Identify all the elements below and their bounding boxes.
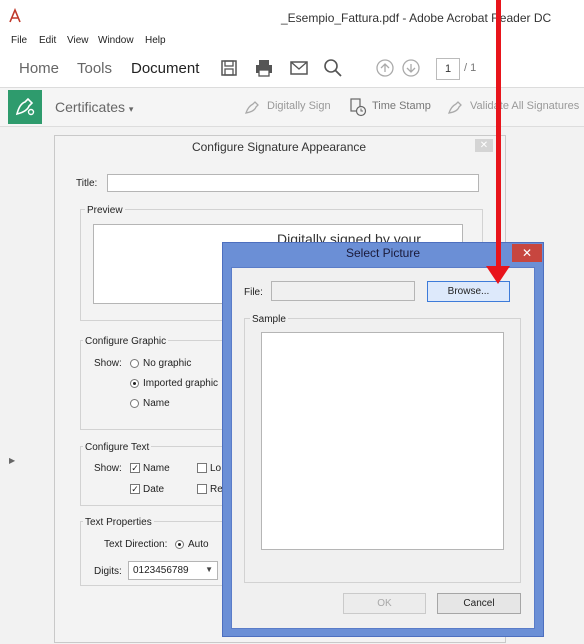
- expand-panel-icon[interactable]: ▶: [9, 456, 15, 465]
- time-stamp-icon: [350, 98, 367, 117]
- radio-no-graphic[interactable]: [130, 359, 139, 368]
- page-up-icon[interactable]: [375, 58, 395, 78]
- tab-tools[interactable]: Tools: [77, 60, 112, 77]
- configure-text-label: Configure Text: [83, 442, 152, 453]
- print-icon[interactable]: [254, 58, 274, 78]
- digits-value: 0123456789: [133, 565, 189, 576]
- digitally-sign-icon: [245, 101, 259, 114]
- certificates-dropdown[interactable]: Certificates ▾: [55, 99, 133, 115]
- menu-file[interactable]: File: [11, 35, 27, 46]
- digits-select[interactable]: 0123456789 ▼: [128, 561, 218, 580]
- text-location-label: Lo: [210, 463, 222, 474]
- acrobat-logo-icon: [9, 8, 21, 23]
- graphic-show-label: Show:: [94, 358, 122, 369]
- annotation-arrow-shaft: [496, 0, 501, 270]
- imported-graphic-label: Imported graphic: [143, 378, 219, 389]
- radio-direction-auto[interactable]: [175, 540, 184, 549]
- tab-home[interactable]: Home: [19, 60, 59, 77]
- cancel-button[interactable]: Cancel: [437, 593, 521, 614]
- preview-label: Preview: [85, 205, 125, 216]
- dialog-title: Configure Signature Appearance: [191, 140, 367, 154]
- file-label: File:: [244, 287, 263, 298]
- text-name-label: Name: [143, 463, 170, 474]
- save-icon[interactable]: [219, 58, 239, 78]
- chevron-down-icon: ▼: [205, 565, 213, 574]
- menu-help[interactable]: Help: [145, 35, 166, 46]
- title-label: Title:: [76, 178, 98, 189]
- sample-label: Sample: [250, 314, 288, 325]
- close-icon[interactable]: ✕: [475, 139, 493, 152]
- page-total: / 1: [464, 62, 477, 74]
- sample-preview-box: [261, 332, 504, 550]
- digits-label: Digits:: [94, 566, 122, 577]
- text-date-label: Date: [143, 484, 165, 495]
- validate-signatures-icon: [448, 101, 462, 114]
- menu-view[interactable]: View: [67, 35, 89, 46]
- name-graphic-label: Name: [143, 398, 170, 409]
- page-number-input[interactable]: 1: [436, 58, 460, 80]
- pen-sign-icon: [15, 97, 35, 116]
- ok-button[interactable]: OK: [343, 593, 426, 614]
- checkbox-date[interactable]: ✓: [130, 484, 140, 494]
- direction-auto-label: Auto: [188, 539, 209, 550]
- close-icon[interactable]: ✕: [512, 244, 542, 262]
- email-icon[interactable]: [289, 58, 309, 78]
- menu-window[interactable]: Window: [98, 35, 134, 46]
- radio-name[interactable]: [130, 399, 139, 408]
- text-direction-label: Text Direction:: [104, 539, 168, 550]
- file-path-input[interactable]: [271, 281, 415, 301]
- time-stamp-button[interactable]: Time Stamp: [372, 100, 431, 112]
- text-reason-label: Re: [210, 484, 223, 495]
- browse-button[interactable]: Browse...: [427, 281, 510, 302]
- no-graphic-label: No graphic: [143, 358, 192, 369]
- text-show-label: Show:: [94, 463, 122, 474]
- title-input[interactable]: [107, 174, 479, 192]
- text-properties-label: Text Properties: [83, 517, 154, 528]
- validate-all-signatures-button[interactable]: Validate All Signatures: [470, 100, 579, 112]
- caret-down-icon: ▾: [128, 104, 134, 114]
- certificates-label: Certificates: [55, 99, 126, 115]
- checkbox-name[interactable]: ✓: [130, 463, 140, 473]
- window-title: _Esempio_Fattura.pdf - Adobe Acrobat Rea…: [281, 11, 552, 25]
- search-icon[interactable]: [323, 58, 343, 78]
- tab-document[interactable]: Document: [131, 60, 199, 77]
- page-down-icon[interactable]: [401, 58, 421, 78]
- certificates-tool-badge[interactable]: [8, 90, 42, 124]
- menu-edit[interactable]: Edit: [39, 35, 56, 46]
- checkbox-location[interactable]: [197, 463, 207, 473]
- digitally-sign-button[interactable]: Digitally Sign: [267, 100, 331, 112]
- checkbox-reason[interactable]: [197, 484, 207, 494]
- radio-imported-graphic[interactable]: [130, 379, 139, 388]
- configure-graphic-label: Configure Graphic: [83, 336, 169, 347]
- annotation-arrow-head-icon: [486, 266, 510, 284]
